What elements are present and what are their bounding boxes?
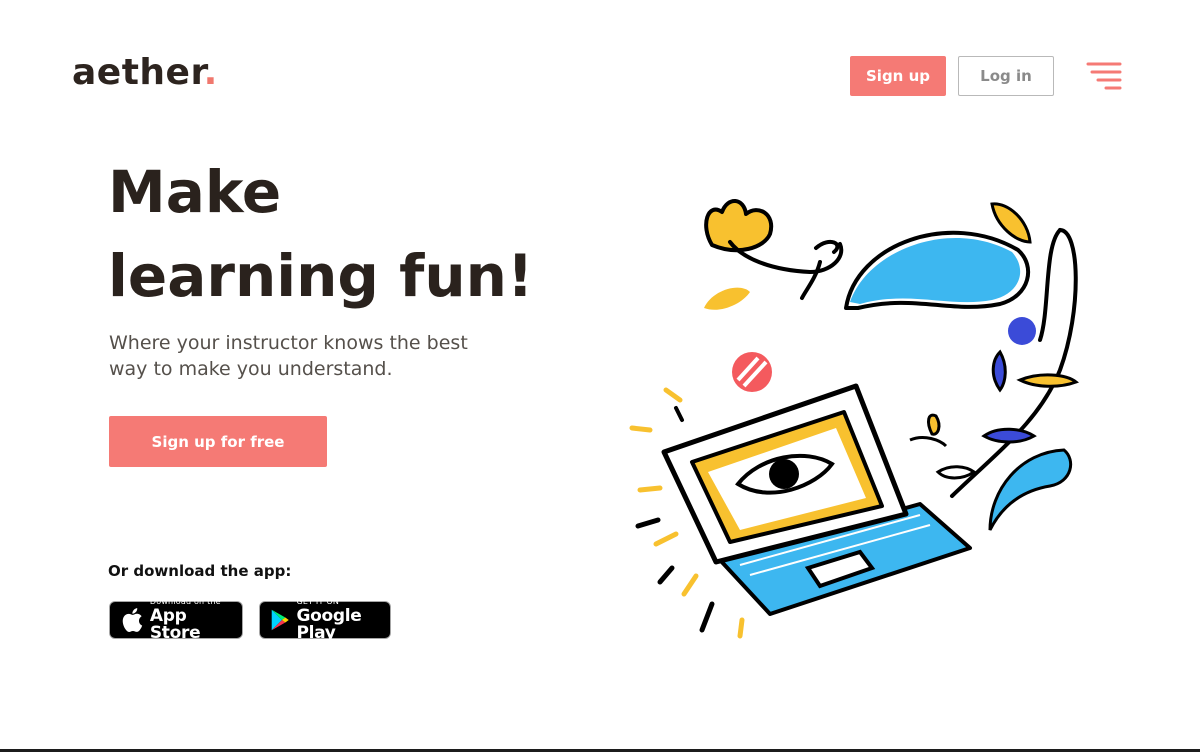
signup-free-button[interactable]: Sign up for free <box>109 416 327 467</box>
yellow-flower-icon <box>704 199 844 300</box>
laptop-icon <box>661 383 972 616</box>
hero-title-line-2: learning fun! <box>108 242 534 310</box>
hamburger-menu-icon[interactable] <box>1086 60 1122 92</box>
apple-icon <box>122 608 143 632</box>
red-no-sign-icon <box>732 352 772 392</box>
laptop-with-eye-and-plants-illustration <box>620 190 1100 650</box>
hero-title: Make learning fun! <box>108 150 568 318</box>
app-store-badge[interactable]: Download on the App Store <box>109 597 243 643</box>
google-play-big-text: Google Play <box>296 606 362 643</box>
google-play-badge[interactable]: GET IT ON Google Play <box>259 597 391 643</box>
hero-title-line-1: Make <box>108 158 282 226</box>
download-label: Or download the app: <box>108 562 292 580</box>
app-store-big-text: App Store <box>149 606 201 643</box>
app-store-small-text: Download on the <box>149 597 221 606</box>
signup-button[interactable]: Sign up <box>850 56 946 96</box>
google-play-icon <box>271 609 289 631</box>
login-button[interactable]: Log in <box>958 56 1054 96</box>
brand-dot: . <box>203 52 218 93</box>
brand-name: aether <box>72 52 204 93</box>
landing-page: aether. Sign up Log in Make learning fun… <box>0 0 1200 752</box>
hero-subtitle: Where your instructor knows the best way… <box>109 332 468 380</box>
brand-logo[interactable]: aether. <box>72 52 218 93</box>
google-play-small-text: GET IT ON <box>296 597 340 606</box>
blue-leaf-icon <box>844 230 1031 310</box>
